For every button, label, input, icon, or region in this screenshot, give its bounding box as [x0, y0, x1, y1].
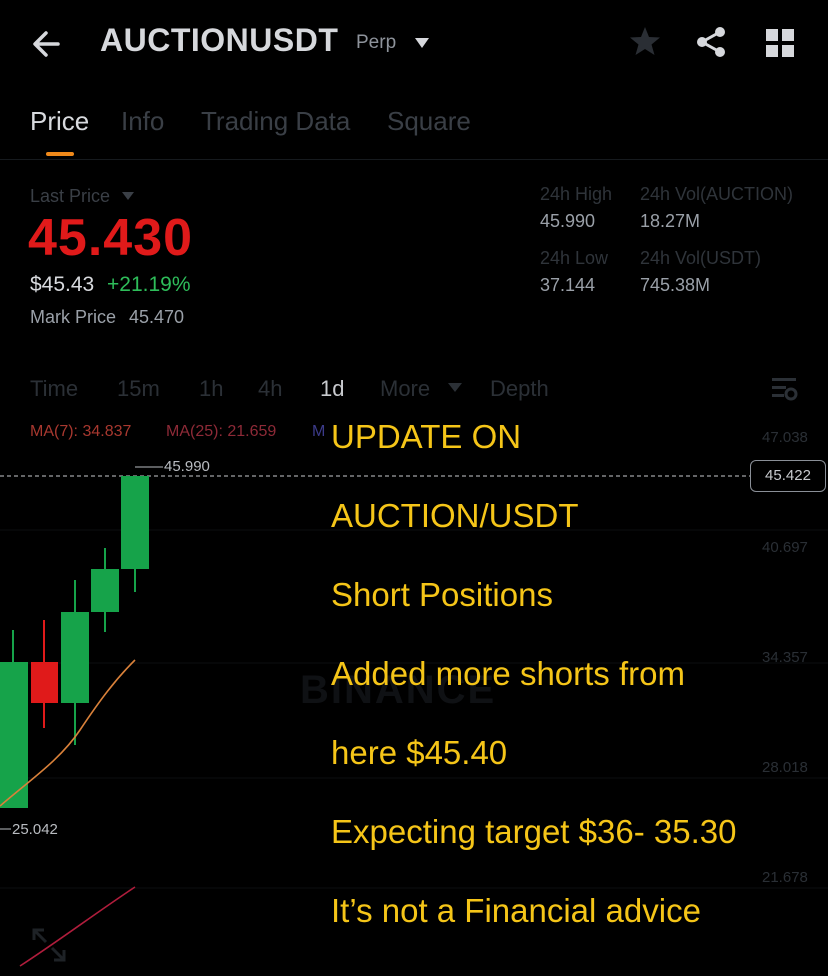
interval-4h[interactable]: 4h — [258, 376, 282, 402]
overlay-line: UPDATE ON — [331, 418, 522, 455]
chart-settings-icon[interactable] — [770, 376, 798, 402]
interval-time[interactable]: Time — [30, 376, 78, 402]
candle — [31, 620, 58, 728]
tab-info[interactable]: Info — [121, 106, 164, 137]
favorite-star-icon[interactable] — [628, 24, 662, 58]
expand-icon[interactable] — [30, 926, 68, 964]
usd-price: $45.43 — [30, 273, 95, 296]
y-axis-tick: 47.038 — [762, 429, 808, 446]
pair-title[interactable]: AUCTIONUSDT — [100, 22, 338, 59]
low-24h-value: 37.144 — [540, 275, 596, 295]
vol-base-value: 18.27M — [640, 211, 701, 231]
y-axis-tick: 34.357 — [762, 649, 808, 666]
top-bar: AUCTIONUSDT Perp — [0, 0, 828, 86]
share-icon[interactable] — [694, 25, 728, 59]
y-axis-tick: 21.678 — [762, 869, 808, 886]
high-24h-label: 24h High — [540, 184, 613, 204]
last-price-label[interactable]: Last Price — [30, 186, 110, 207]
interval-more[interactable]: More — [380, 376, 430, 402]
tab-trading-data[interactable]: Trading Data — [201, 106, 350, 137]
interval-1d[interactable]: 1d — [320, 376, 344, 402]
tab-square[interactable]: Square — [387, 106, 471, 137]
vol-quote-value: 745.38M — [640, 275, 711, 295]
high-24h-value: 45.990 — [540, 211, 596, 231]
overlay-line: here $45.40 — [331, 734, 508, 771]
candle — [121, 476, 149, 592]
interval-1h[interactable]: 1h — [199, 376, 223, 402]
chevron-down-icon[interactable] — [414, 37, 430, 49]
active-tab-indicator — [46, 152, 74, 156]
high-marker-label: 45.990 — [164, 458, 210, 475]
interval-depth[interactable]: Depth — [490, 376, 549, 402]
y-axis-tick: 40.697 — [762, 539, 808, 556]
back-arrow-icon[interactable] — [28, 24, 68, 64]
mark-price-value: 45.470 — [129, 307, 185, 327]
vol-base-label: 24h Vol(AUCTION) — [640, 184, 794, 204]
chevron-down-icon[interactable] — [122, 192, 134, 201]
vol-quote-label: 24h Vol(USDT) — [640, 248, 762, 268]
price-change-percent: +21.19% — [107, 273, 191, 296]
overlay-line: AUCTION/USDT — [331, 497, 579, 534]
candle — [61, 580, 89, 745]
overlay-line: It’s not a Financial advice — [331, 892, 701, 929]
grid-menu-icon[interactable] — [764, 27, 796, 59]
overlay-line: Added more shorts from — [331, 655, 685, 692]
main-tabs: Price Info Trading Data Square — [0, 100, 828, 160]
overlay-line: Expecting target $36- 35.30 — [331, 813, 737, 850]
tab-price[interactable]: Price — [30, 106, 89, 137]
candle — [91, 548, 119, 632]
last-price-value: 45.430 — [28, 209, 194, 267]
low-24h-label: 24h Low — [540, 248, 609, 268]
contract-type-label[interactable]: Perp — [356, 32, 396, 54]
low-marker-label: 25.042 — [12, 821, 58, 838]
interval-15m[interactable]: 15m — [117, 376, 160, 402]
candle — [0, 630, 28, 808]
overlay-line: Short Positions — [331, 576, 553, 613]
chevron-down-icon[interactable] — [448, 383, 462, 393]
mark-price-label: Mark Price — [30, 307, 117, 327]
current-price-tag: 45.422 — [750, 460, 826, 492]
y-axis-tick: 28.018 — [762, 759, 808, 776]
